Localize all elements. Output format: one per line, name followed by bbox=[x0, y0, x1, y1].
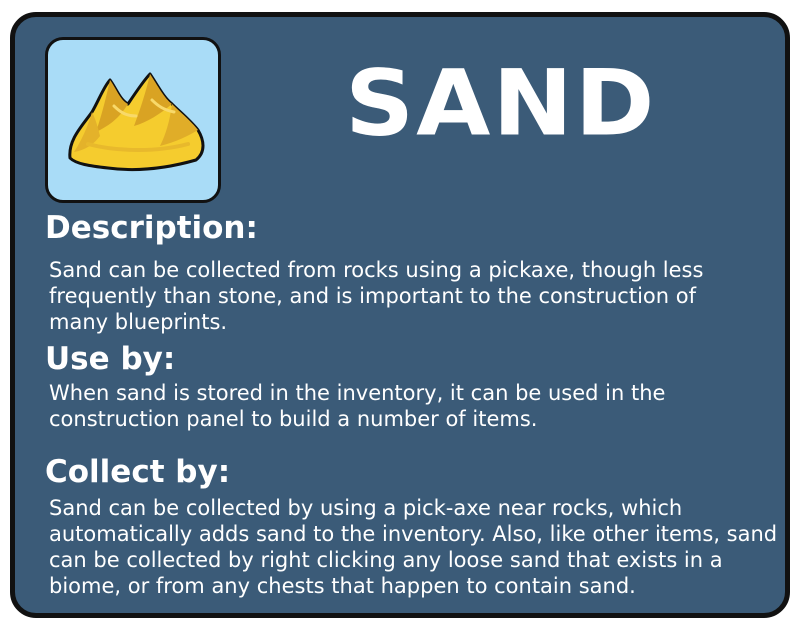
item-info-card: SAND Description: Sand can be collected … bbox=[10, 12, 790, 618]
sand-pile-icon bbox=[68, 72, 205, 172]
use-by-heading: Use by: bbox=[45, 341, 176, 377]
description-text: Sand can be collected from rocks using a… bbox=[49, 258, 704, 334]
item-title: SAND bbox=[345, 49, 657, 157]
collect-by-text: Sand can be collected by using a pick-ax… bbox=[49, 496, 778, 598]
description-heading: Description: bbox=[45, 210, 258, 246]
use-by-text: When sand is stored in the inventory, it… bbox=[49, 381, 666, 431]
item-icon-frame bbox=[45, 37, 221, 203]
collect-by-heading: Collect by: bbox=[45, 454, 231, 490]
